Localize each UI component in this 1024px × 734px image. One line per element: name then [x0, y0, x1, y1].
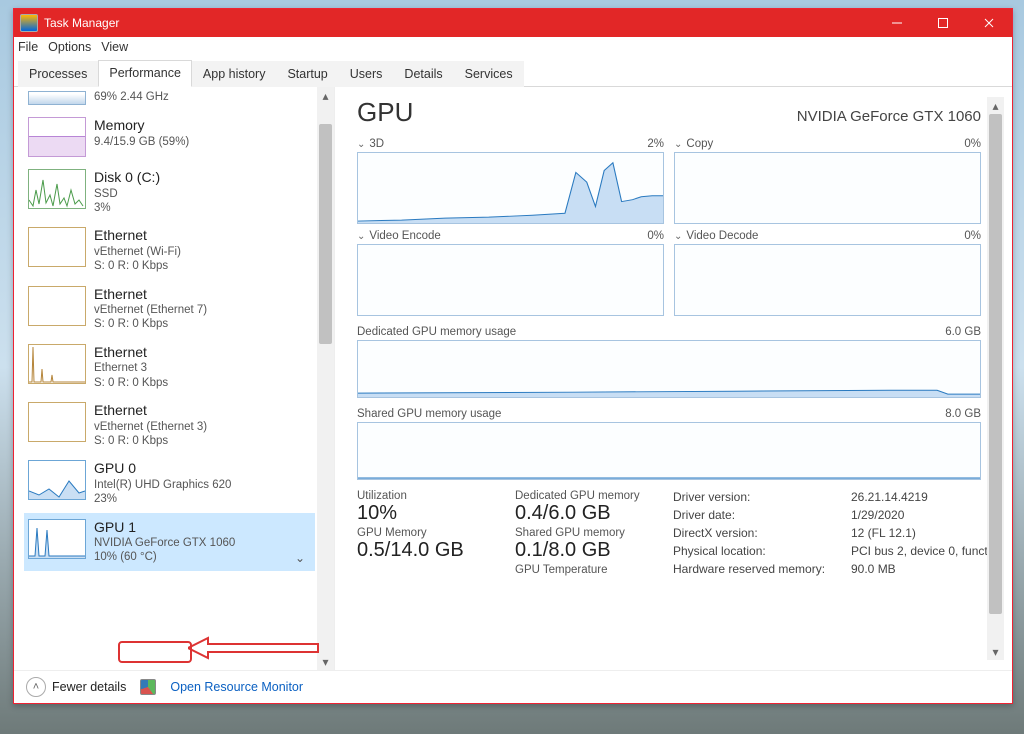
tab-startup[interactable]: Startup	[276, 61, 338, 87]
sidebar[interactable]: 69% 2.44 GHz Memory 9.4/15.9 GB (59%)	[14, 87, 317, 670]
menubar: File Options View	[14, 37, 1012, 58]
chevron-down-icon[interactable]: ⌄	[357, 139, 365, 150]
panel-copy-chart	[674, 152, 981, 224]
panel-dedicated-mem-chart	[357, 340, 981, 398]
tab-app-history[interactable]: App history	[192, 61, 277, 87]
gpu1-thumb-chart	[28, 519, 86, 559]
panel-value-3d: 2%	[647, 138, 664, 150]
sidebar-item-memory[interactable]: Memory 9.4/15.9 GB (59%)	[24, 111, 315, 163]
chevron-down-icon[interactable]: ⌄	[357, 231, 365, 242]
sidebar-item-ethernet-wifi[interactable]: Ethernet vEthernet (Wi-Fi) S: 0 R: 0 Kbp…	[24, 221, 315, 279]
stat-utilization: 10%	[357, 502, 507, 525]
maximize-button[interactable]	[920, 9, 966, 37]
dedicated-mem-label: Dedicated GPU memory usage	[357, 326, 516, 338]
sidebar-item-vethernet3[interactable]: Ethernet vEthernet (Ethernet 3) S: 0 R: …	[24, 396, 315, 454]
memory-thumb-chart	[28, 117, 86, 157]
close-button[interactable]	[966, 9, 1012, 37]
sidebar-item-ethernet7[interactable]: Ethernet vEthernet (Ethernet 7) S: 0 R: …	[24, 280, 315, 338]
panel-label-vdec[interactable]: Video Decode	[686, 230, 758, 242]
app-icon	[20, 14, 38, 32]
page-title: GPU	[357, 97, 413, 128]
panel-video-decode-chart	[674, 244, 981, 316]
scroll-up-icon[interactable]: ▴	[987, 97, 1004, 114]
stat-dedicated-mem: 0.4/6.0 GB	[515, 502, 665, 525]
open-resource-monitor-link[interactable]: Open Resource Monitor	[170, 680, 303, 694]
disk-thumb-chart	[28, 169, 86, 209]
panel-3d-chart	[357, 152, 664, 224]
tabs: Processes Performance App history Startu…	[14, 58, 1012, 87]
sidebar-item-disk0[interactable]: Disk 0 (C:) SSD 3%	[24, 163, 315, 221]
shared-mem-label: Shared GPU memory usage	[357, 408, 501, 420]
gpu0-thumb-chart	[28, 460, 86, 500]
ethernet-thumb-chart	[28, 286, 86, 326]
cpu-sub: 69% 2.44 GHz	[94, 90, 169, 104]
ethernet-thumb-chart	[28, 344, 86, 384]
sidebar-item-gpu1[interactable]: GPU 1 NVIDIA GeForce GTX 1060 10% (60 °C…	[24, 513, 315, 571]
cpu-thumb-chart	[28, 91, 86, 105]
shared-mem-max: 8.0 GB	[945, 408, 981, 420]
page-subtitle: NVIDIA GeForce GTX 1060	[797, 108, 981, 125]
panel-value-copy: 0%	[964, 138, 981, 150]
resource-monitor-icon	[140, 679, 156, 695]
panel-value-venc: 0%	[647, 230, 664, 242]
panel-value-vdec: 0%	[964, 230, 981, 242]
tab-users[interactable]: Users	[339, 61, 394, 87]
ethernet-thumb-chart	[28, 402, 86, 442]
dedicated-mem-max: 6.0 GB	[945, 326, 981, 338]
stat-gpu-memory: 0.5/14.0 GB	[357, 539, 507, 562]
panel-label-venc[interactable]: Video Encode	[369, 230, 440, 242]
sidebar-item-cpu[interactable]: 69% 2.44 GHz	[24, 91, 315, 111]
footer: ˄ Fewer details Open Resource Monitor	[14, 670, 1012, 703]
menu-view[interactable]: View	[101, 40, 128, 54]
titlebar[interactable]: Task Manager	[14, 9, 1012, 37]
chevron-down-icon[interactable]: ⌄	[674, 231, 682, 242]
sidebar-item-gpu0[interactable]: GPU 0 Intel(R) UHD Graphics 620 23%	[24, 454, 315, 512]
tab-performance[interactable]: Performance	[98, 60, 192, 87]
menu-file[interactable]: File	[18, 40, 38, 54]
stats-grid: Utilization 10% Dedicated GPU memory 0.4…	[357, 490, 981, 580]
main-scrollbar[interactable]: ▴ ▾	[987, 97, 1004, 660]
scroll-down-icon[interactable]: ▾	[317, 653, 334, 670]
scroll-up-icon[interactable]: ▴	[317, 87, 334, 104]
tab-processes[interactable]: Processes	[18, 61, 98, 87]
chevron-down-icon[interactable]: ⌄	[295, 551, 311, 565]
tab-details[interactable]: Details	[393, 61, 453, 87]
fewer-details-icon[interactable]: ˄	[26, 677, 46, 697]
scroll-down-icon[interactable]: ▾	[987, 643, 1004, 660]
menu-options[interactable]: Options	[48, 40, 91, 54]
panel-label-copy[interactable]: Copy	[686, 138, 713, 150]
sidebar-item-ethernet3[interactable]: Ethernet Ethernet 3 S: 0 R: 0 Kbps	[24, 338, 315, 396]
minimize-button[interactable]	[874, 9, 920, 37]
main-panel: GPU NVIDIA GeForce GTX 1060 ⌄ 3D 2%	[357, 97, 981, 660]
stat-shared-mem: 0.1/8.0 GB	[515, 539, 665, 562]
tab-services[interactable]: Services	[454, 61, 524, 87]
panel-label-3d[interactable]: 3D	[369, 138, 384, 150]
fewer-details-link[interactable]: Fewer details	[52, 680, 126, 694]
ethernet-thumb-chart	[28, 227, 86, 267]
panel-video-encode-chart	[357, 244, 664, 316]
task-manager-window: Task Manager File Options View Processes…	[13, 8, 1013, 704]
sidebar-scrollbar[interactable]: ▴ ▾	[317, 87, 334, 670]
stat-gpu-temp-label: GPU Temperature	[515, 564, 665, 576]
panel-shared-mem-chart	[357, 422, 981, 480]
window-title: Task Manager	[44, 16, 119, 30]
chevron-down-icon[interactable]: ⌄	[674, 139, 682, 150]
